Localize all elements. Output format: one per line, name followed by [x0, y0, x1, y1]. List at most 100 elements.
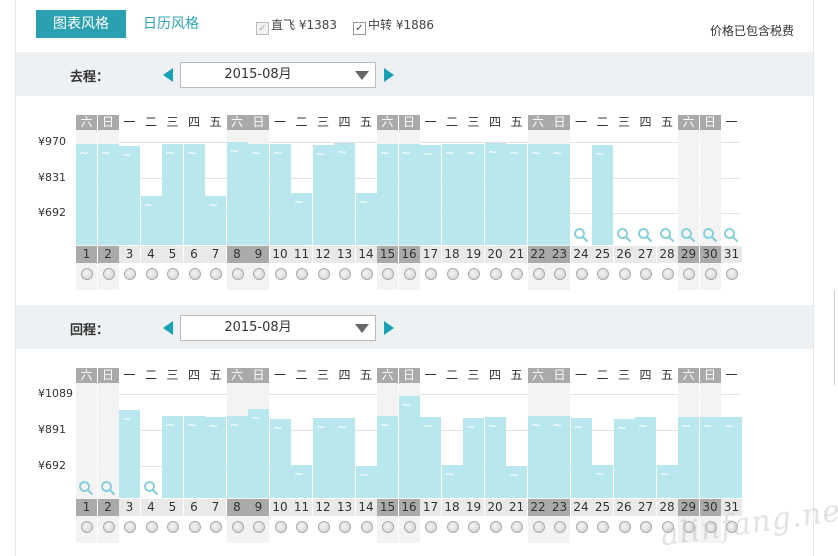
day-column[interactable]: 一 ~3: [119, 115, 140, 290]
day-radio[interactable]: [575, 521, 588, 533]
outbound-prev-month-arrow-icon[interactable]: [163, 68, 173, 82]
price-bar[interactable]: ~: [592, 464, 613, 498]
search-icon[interactable]: [143, 480, 159, 496]
day-column[interactable]: 一 ~10: [269, 115, 291, 290]
day-radio[interactable]: [124, 521, 136, 533]
price-bar[interactable]: ~: [205, 196, 226, 245]
day-radio[interactable]: [446, 521, 459, 533]
day-column[interactable]: 三 ~12: [312, 368, 334, 543]
day-radio[interactable]: [446, 268, 459, 280]
checkbox-direct[interactable]: ✓: [256, 22, 269, 35]
tab-calendar-style[interactable]: 日历风格: [136, 10, 206, 38]
day-column[interactable]: 一 ~10: [269, 368, 291, 543]
day-radio[interactable]: [554, 268, 566, 280]
price-bar[interactable]: ~: [484, 417, 506, 498]
search-icon[interactable]: [723, 227, 739, 243]
day-radio[interactable]: [360, 268, 373, 280]
search-icon[interactable]: [659, 227, 675, 243]
day-column[interactable]: 四 ~13: [334, 115, 355, 290]
day-radio[interactable]: [339, 268, 351, 280]
price-bar[interactable]: ~: [678, 417, 699, 498]
day-radio[interactable]: [167, 268, 179, 280]
search-icon[interactable]: [680, 227, 696, 243]
day-column[interactable]: 三 ~19: [463, 368, 484, 543]
day-radio[interactable]: [145, 268, 158, 280]
day-radio[interactable]: [382, 521, 394, 533]
price-bar[interactable]: ~: [226, 416, 248, 498]
price-bar[interactable]: ~: [334, 143, 355, 245]
price-bar[interactable]: ~: [441, 143, 463, 245]
return-prev-month-arrow-icon[interactable]: [163, 321, 173, 335]
tab-chart-style[interactable]: 图表风格: [36, 10, 126, 38]
day-radio[interactable]: [188, 268, 201, 280]
day-radio[interactable]: [253, 268, 265, 280]
price-bar[interactable]: ~: [613, 419, 635, 498]
day-column[interactable]: 六 ~22: [527, 115, 549, 290]
day-column[interactable]: 日2: [97, 368, 119, 543]
day-column[interactable]: 四 ~27: [635, 368, 656, 543]
price-bar[interactable]: ~: [183, 143, 205, 245]
price-bar[interactable]: ~: [248, 409, 269, 498]
day-column[interactable]: 日 ~9: [248, 115, 269, 290]
day-column[interactable]: 四 27: [635, 115, 656, 290]
day-radio[interactable]: [511, 268, 523, 280]
day-radio[interactable]: [661, 268, 674, 280]
day-radio[interactable]: [296, 268, 308, 280]
day-radio[interactable]: [554, 521, 566, 533]
day-radio[interactable]: [102, 268, 115, 280]
day-column[interactable]: 三 ~19: [463, 115, 484, 290]
price-bar[interactable]: ~: [76, 143, 97, 245]
day-radio[interactable]: [167, 521, 179, 533]
price-bar[interactable]: ~: [420, 417, 441, 498]
price-bar[interactable]: ~: [398, 144, 420, 245]
day-column[interactable]: 一 ~3: [119, 368, 140, 543]
day-column[interactable]: 一 31: [721, 115, 742, 290]
price-bar[interactable]: ~: [549, 143, 570, 245]
day-column[interactable]: 三 ~5: [162, 115, 183, 290]
price-bar[interactable]: ~: [312, 418, 334, 498]
search-icon[interactable]: [573, 227, 589, 243]
price-bar[interactable]: ~: [312, 144, 334, 245]
day-column[interactable]: 三 26: [613, 115, 635, 290]
day-radio[interactable]: [403, 268, 416, 280]
day-column[interactable]: 六1: [76, 368, 97, 543]
price-bar[interactable]: ~: [140, 196, 162, 245]
return-next-month-arrow-icon[interactable]: [384, 321, 394, 335]
price-bar[interactable]: ~: [119, 145, 140, 245]
day-radio[interactable]: [231, 521, 244, 533]
day-radio[interactable]: [640, 268, 652, 280]
price-bar[interactable]: ~: [291, 192, 312, 245]
day-column[interactable]: 一 24: [570, 115, 592, 290]
day-column[interactable]: 二 ~18: [441, 368, 463, 543]
checkbox-transfer[interactable]: ✓: [353, 22, 366, 35]
day-radio[interactable]: [403, 521, 416, 533]
outbound-next-month-arrow-icon[interactable]: [384, 68, 394, 82]
day-radio[interactable]: [489, 521, 502, 533]
price-bar[interactable]: ~: [162, 416, 183, 498]
day-column[interactable]: 六 ~1: [76, 115, 97, 290]
day-column[interactable]: 日 ~23: [549, 115, 570, 290]
day-column[interactable]: 五 ~14: [355, 368, 377, 543]
price-bar[interactable]: ~: [527, 416, 549, 498]
day-radio[interactable]: [317, 521, 330, 533]
day-column[interactable]: 二 ~18: [441, 115, 463, 290]
price-bar[interactable]: ~: [377, 416, 398, 498]
day-radio[interactable]: [597, 521, 609, 533]
search-icon[interactable]: [100, 480, 116, 496]
price-bar[interactable]: ~: [226, 142, 248, 245]
price-bar[interactable]: ~: [205, 417, 226, 498]
price-bar[interactable]: ~: [398, 395, 420, 498]
day-radio[interactable]: [296, 521, 308, 533]
day-radio[interactable]: [511, 521, 523, 533]
day-radio[interactable]: [618, 521, 631, 533]
price-bar[interactable]: ~: [355, 466, 377, 498]
day-column[interactable]: 四 ~13: [334, 368, 355, 543]
price-bar[interactable]: ~: [119, 410, 140, 498]
day-column[interactable]: 一 ~17: [420, 368, 441, 543]
outbound-month-select[interactable]: 2015-08月: [180, 62, 376, 88]
day-column[interactable]: 日 ~23: [549, 368, 570, 543]
day-radio[interactable]: [317, 268, 330, 280]
day-radio[interactable]: [81, 268, 93, 280]
price-bar[interactable]: ~: [506, 466, 527, 498]
day-column[interactable]: 日 ~16: [398, 368, 420, 543]
